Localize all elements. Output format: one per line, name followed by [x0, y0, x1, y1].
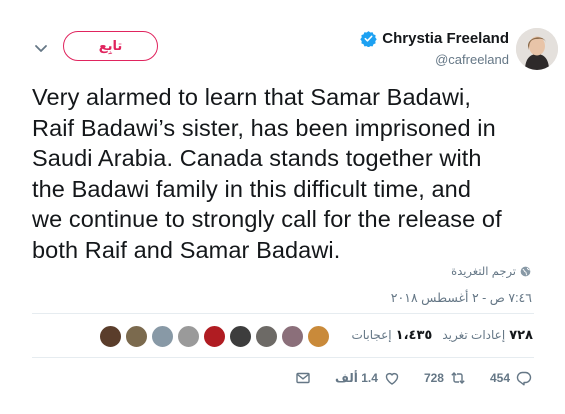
author-name-row[interactable]: Chrystia Freeland — [360, 30, 509, 47]
avatar-person-icon[interactable] — [255, 325, 278, 348]
avatar-bird-icon[interactable] — [99, 325, 122, 348]
tweet-line: Saudi Arabia. Canada stands together wit… — [32, 145, 482, 171]
likes-label: إعجابات — [351, 328, 392, 342]
author-name[interactable]: Chrystia Freeland — [382, 30, 509, 47]
avatar-dog-icon[interactable] — [307, 325, 330, 348]
divider — [32, 313, 534, 314]
follow-button[interactable]: تابِع — [63, 31, 158, 61]
retweets-stat[interactable]: ٧٢٨ إعادات تغريد — [442, 327, 533, 343]
avatar-roses-icon[interactable] — [203, 325, 226, 348]
like-button[interactable]: 1.4 ألف — [335, 370, 400, 386]
avatar[interactable] — [516, 28, 558, 70]
author-handle[interactable]: @cafreeland — [435, 52, 509, 67]
likes-stat[interactable]: ١،٤٣٥ إعجابات — [351, 327, 432, 343]
avatar-person-icon[interactable] — [229, 325, 252, 348]
tweet-line: we continue to strongly call for the rel… — [32, 206, 502, 232]
tweet-line: Very alarmed to learn that Samar Badawi, — [32, 84, 471, 110]
avatar-pets-icon[interactable] — [125, 325, 148, 348]
retweet-icon — [451, 372, 465, 384]
reply-count: 454 — [489, 371, 510, 385]
direct-message-button[interactable] — [289, 370, 311, 386]
tweet-line: the Badawi family in this difficult time… — [32, 175, 472, 202]
tweet-text: Very alarmed to learn that Samar Badawi,… — [32, 82, 547, 265]
retweet-count: 728 — [423, 371, 444, 385]
reply-icon — [516, 371, 532, 386]
avatar-default-icon[interactable] — [151, 325, 174, 348]
likes-count: ١،٤٣٥ — [395, 327, 433, 342]
tweet-timestamp[interactable]: ٧:٤٦ ص - ٢ أغسطس ٢٠١٨ — [391, 290, 532, 305]
heart-icon — [385, 372, 399, 385]
mail-icon — [296, 372, 310, 384]
avatar-person-icon[interactable] — [177, 325, 200, 348]
tweet-line: both Raif and Samar Badawi. — [32, 236, 341, 263]
retweets-count: ٧٢٨ — [509, 327, 533, 342]
tweet-line: Raif Badawi’s sister, has been imprisone… — [32, 114, 496, 141]
chevron-down-icon[interactable] — [33, 40, 49, 56]
translate-tweet-link[interactable]: ترجم التغريدة — [451, 264, 531, 278]
retweet-button[interactable]: 728 — [424, 370, 466, 386]
reply-button[interactable]: 454 — [490, 370, 532, 386]
liker-avatars — [96, 325, 330, 348]
translate-label[interactable]: ترجم التغريدة — [451, 264, 516, 278]
globe-icon — [520, 266, 531, 276]
verified-badge-icon — [360, 31, 377, 47]
author-photo-icon — [516, 28, 558, 70]
tweet-actions: 454 728 1.4 ألف — [265, 370, 532, 386]
like-count: 1.4 ألف — [335, 371, 378, 385]
retweets-label: إعادات تغريد — [442, 328, 506, 342]
avatar-kitten-icon[interactable] — [281, 325, 304, 348]
divider — [32, 357, 534, 358]
engagement-stats: ٧٢٨ إعادات تغريد ١،٤٣٥ إعجابات — [341, 327, 533, 343]
